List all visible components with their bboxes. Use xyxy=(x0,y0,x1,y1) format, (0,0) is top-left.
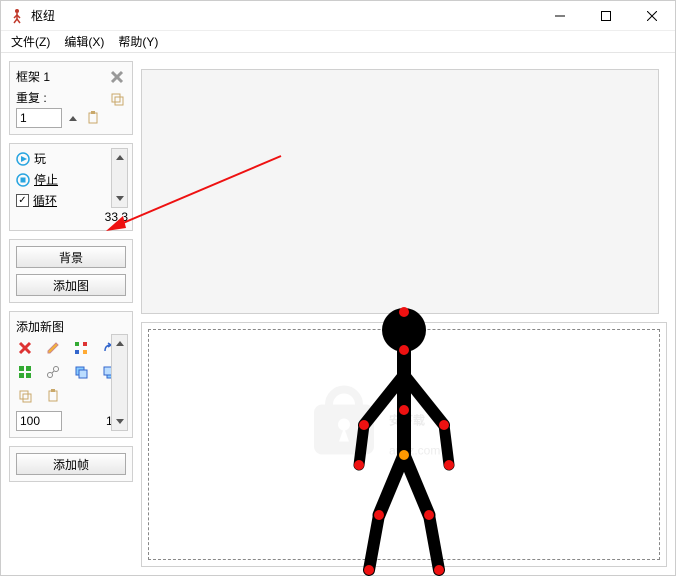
stop-button[interactable]: 停止 xyxy=(16,171,106,188)
paste-tool-icon[interactable] xyxy=(44,387,62,405)
minimize-button[interactable] xyxy=(537,1,583,30)
menu-help[interactable]: 帮助(Y) xyxy=(112,31,164,52)
title-bar: 枢纽 xyxy=(1,1,675,31)
repeat-input[interactable] xyxy=(16,108,62,128)
frame-label: 框架 1 xyxy=(16,68,50,85)
copy-frame-icon[interactable] xyxy=(108,90,126,108)
delete-tool-icon[interactable] xyxy=(16,339,34,357)
loop-label: 循环 xyxy=(33,192,57,209)
edit-figure-title: 添加新图 xyxy=(16,318,106,335)
paste-frame-icon[interactable] xyxy=(84,109,102,127)
loop-checkbox[interactable]: 循环 xyxy=(16,192,106,209)
add-figure-button[interactable]: 添加图 xyxy=(16,274,126,296)
window-title: 枢纽 xyxy=(31,7,537,24)
sidebar: 框架 1 重复 : 玩 停止 xyxy=(1,53,141,575)
menu-file[interactable]: 文件(Z) xyxy=(5,31,56,52)
frame-panel: 框架 1 重复 : xyxy=(9,61,133,135)
bg-panel: 背景 添加图 xyxy=(9,239,133,303)
scroll-up-icon[interactable] xyxy=(112,149,127,166)
repeat-label: 重复 : xyxy=(16,91,47,105)
center-tool-icon[interactable] xyxy=(72,339,90,357)
scale-input[interactable] xyxy=(16,411,62,431)
canvas-area: 安下载 anxz.com xyxy=(141,53,675,575)
join-tool-icon[interactable] xyxy=(44,363,62,381)
add-frame-button[interactable]: 添加帧 xyxy=(16,453,126,475)
canvas[interactable]: 安下载 anxz.com xyxy=(141,322,667,567)
delete-frame-icon[interactable] xyxy=(108,68,126,86)
scroll-down-icon[interactable] xyxy=(112,190,127,207)
loop-check-icon xyxy=(16,194,29,207)
menu-edit[interactable]: 编辑(X) xyxy=(58,31,110,52)
background-button[interactable]: 背景 xyxy=(16,246,126,268)
fps-scrollbar[interactable] xyxy=(111,148,128,208)
app-icon xyxy=(9,8,25,24)
play-label: 玩 xyxy=(34,150,46,167)
frame-strip[interactable] xyxy=(141,69,659,314)
stop-label: 停止 xyxy=(34,171,58,188)
raise-tool-icon[interactable] xyxy=(72,363,90,381)
edit-figure-panel: 添加新图 100 xyxy=(9,311,133,438)
playback-panel: 玩 停止 循环 33.3 xyxy=(9,143,133,231)
content: 框架 1 重复 : 玩 停止 xyxy=(1,53,675,575)
canvas-inner: 安下载 anxz.com xyxy=(148,329,660,560)
tool-grid xyxy=(16,339,106,405)
edit-tool-icon[interactable] xyxy=(44,339,62,357)
close-button[interactable] xyxy=(629,1,675,30)
scroll-down-icon[interactable] xyxy=(112,413,127,430)
add-frame-panel: 添加帧 xyxy=(9,446,133,482)
fps-value: 33.3 xyxy=(105,210,128,224)
spinner-up-icon[interactable] xyxy=(66,109,80,127)
color-tool-icon[interactable] xyxy=(16,363,34,381)
play-button[interactable]: 玩 xyxy=(16,150,106,167)
copy-tool-icon[interactable] xyxy=(16,387,34,405)
scroll-up-icon[interactable] xyxy=(112,335,127,352)
window-controls xyxy=(537,1,675,30)
stick-figure[interactable] xyxy=(319,300,489,580)
menu-bar: 文件(Z) 编辑(X) 帮助(Y) xyxy=(1,31,675,53)
figure-scrollbar[interactable] xyxy=(111,334,128,431)
maximize-button[interactable] xyxy=(583,1,629,30)
